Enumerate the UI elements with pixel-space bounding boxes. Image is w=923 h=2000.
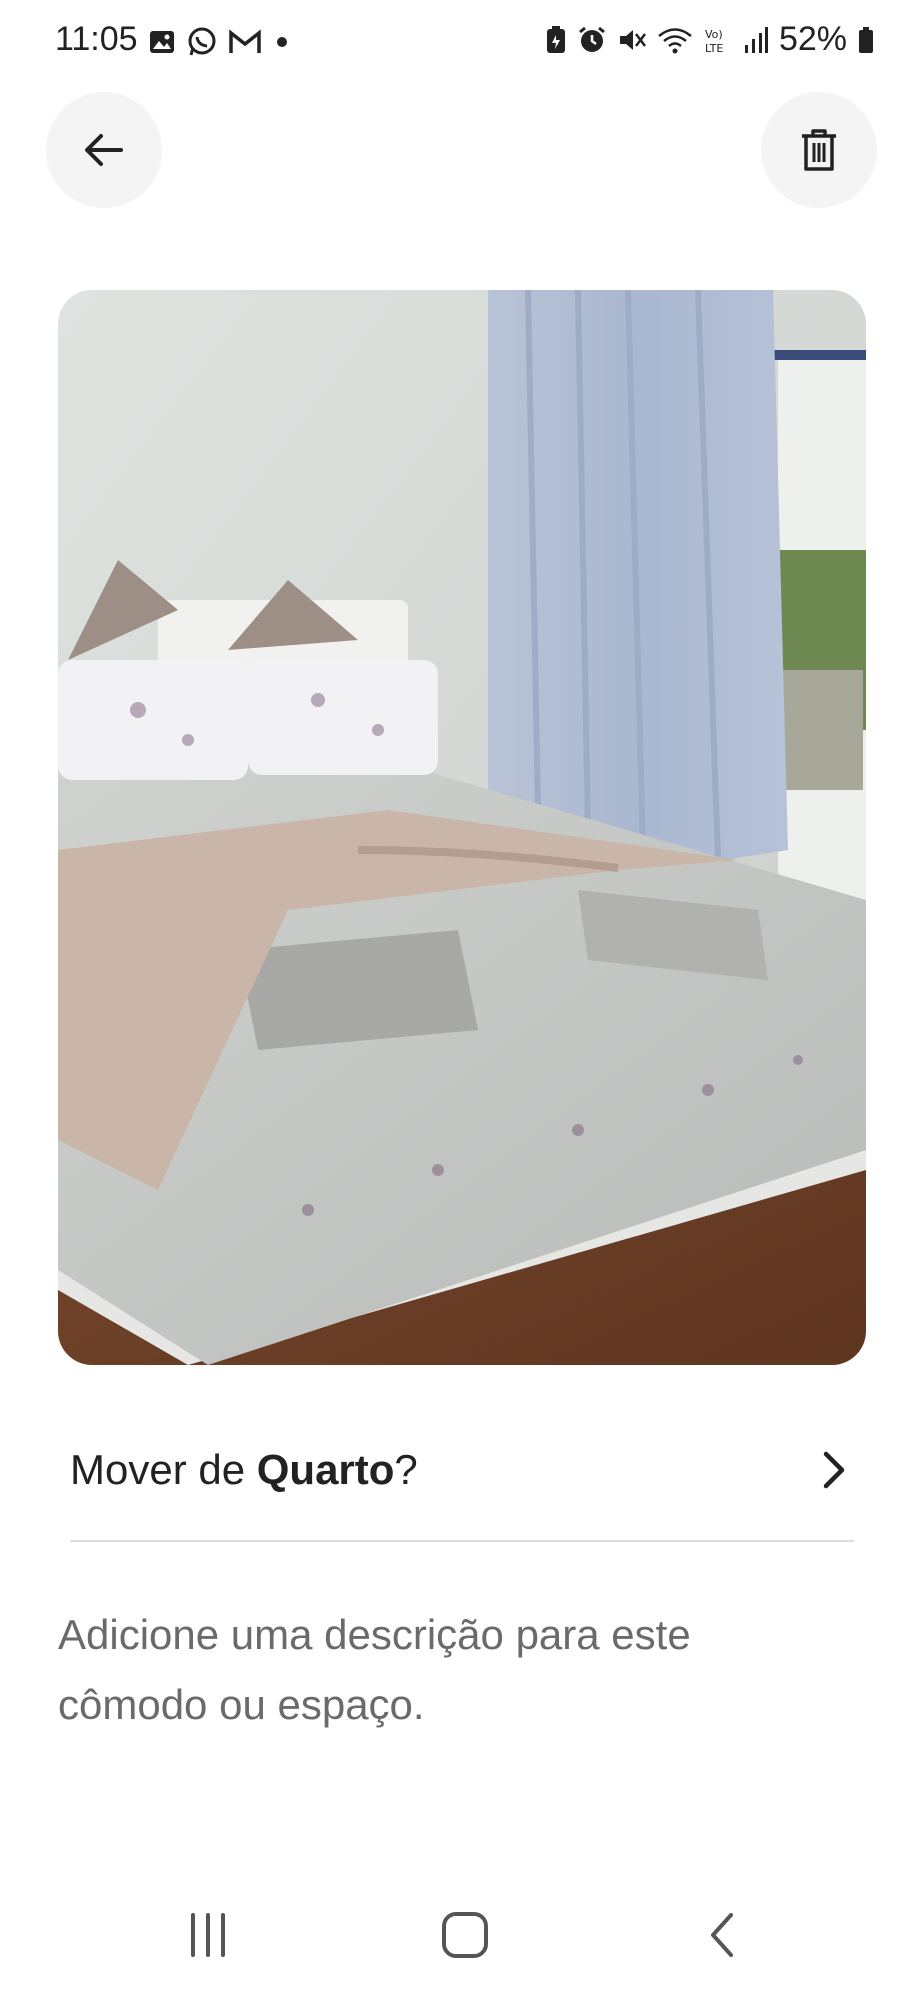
trash-icon (802, 129, 836, 171)
move-room-row[interactable]: Mover de Quarto? (58, 1420, 866, 1520)
room-photo[interactable] (58, 290, 866, 1365)
navigation-bar (0, 1880, 923, 1990)
gallery-icon (150, 31, 174, 53)
battery-saver-icon (546, 25, 565, 53)
room-name: Quarto (256, 1446, 395, 1493)
alarm-icon (579, 26, 605, 52)
whatsapp-icon (188, 27, 216, 56)
battery-percentage: 52% (778, 20, 847, 58)
back-button[interactable] (46, 92, 162, 208)
arrow-left-icon (85, 134, 123, 166)
delete-photo-button[interactable] (761, 92, 877, 208)
system-back-button[interactable] (684, 1900, 764, 1970)
mute-icon (619, 29, 646, 50)
divider (70, 1540, 854, 1542)
svg-text:LTE: LTE (705, 42, 723, 55)
gmail-icon (229, 29, 261, 53)
status-time: 11:05 (55, 20, 138, 58)
move-room-label: Mover de Quarto? (70, 1446, 418, 1493)
notification-icons (148, 26, 292, 58)
back-icon (711, 1913, 733, 1957)
status-bar: 11:05 Vo) LTE 52% (0, 0, 923, 90)
dot-icon (277, 37, 287, 47)
chevron-right-icon (823, 1451, 845, 1489)
recent-apps-button[interactable] (168, 1900, 248, 1970)
volte-icon: Vo)LTE (705, 28, 723, 55)
home-icon (442, 1912, 488, 1958)
recent-apps-icon (191, 1913, 225, 1957)
battery-icon (859, 26, 873, 53)
wifi-icon (658, 27, 692, 53)
system-icons: Vo) LTE 52% (545, 20, 875, 59)
svg-text:Vo): Vo) (705, 28, 723, 41)
home-button[interactable] (425, 1900, 505, 1970)
bedroom-image (58, 290, 866, 1365)
description-placeholder[interactable]: Adicione uma descrição para este cômodo … (58, 1600, 818, 1740)
signal-icon (744, 26, 768, 53)
